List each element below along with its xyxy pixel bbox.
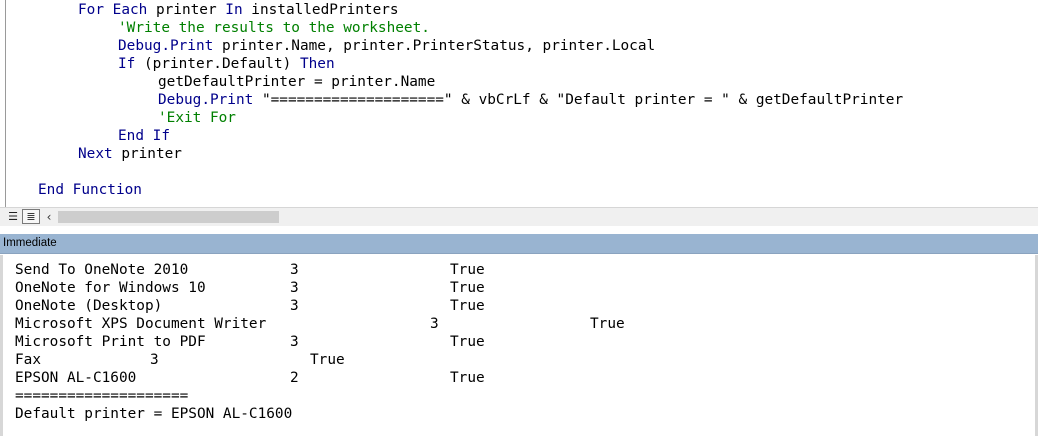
immediate-cell-local: True <box>450 298 485 314</box>
immediate-cell-name: Microsoft Print to PDF <box>15 334 206 350</box>
code-editor[interactable]: For Each printer In installedPrinters 'Wr… <box>0 0 1038 207</box>
immediate-cell-name: Send To OneNote 2010 <box>15 262 189 278</box>
code-text: (printer.Default) <box>135 56 300 72</box>
immediate-window-title: Immediate <box>0 234 1038 254</box>
code-margin-indicator-bar[interactable] <box>0 0 6 207</box>
code-keyword: Debug.Print <box>158 92 254 108</box>
code-comment: 'Write the results to the worksheet. <box>118 20 430 36</box>
code-window-bottom-bar: ☰ ≣ ‹ <box>0 207 1038 226</box>
code-text: getDefaultPrinter = printer.Name <box>158 74 436 90</box>
pane-splitter[interactable] <box>0 226 1038 234</box>
immediate-window[interactable]: Send To OneNote 2010 3 True OneNote for Win… <box>0 255 1038 436</box>
code-text: printer <box>112 146 182 162</box>
immediate-cell-local: True <box>450 370 485 386</box>
immediate-cell-local: True <box>450 262 485 278</box>
immediate-cell-name: Microsoft XPS Document Writer <box>15 316 267 332</box>
immediate-default-printer-line: Default printer = EPSON AL-C1600 <box>15 406 293 422</box>
code-line[interactable]: End Function <box>38 181 142 199</box>
scroll-left-icon[interactable]: ‹ <box>42 209 56 224</box>
procedure-view-icon[interactable]: ☰ <box>4 209 22 224</box>
code-text: printer.Name, printer.PrinterStatus, pri… <box>213 38 656 54</box>
code-line[interactable]: Debug.Print "====================" & vbC… <box>158 91 903 109</box>
code-keyword: Then <box>299 56 335 72</box>
code-keyword: If <box>118 56 136 72</box>
immediate-separator: ==================== <box>15 388 189 404</box>
immediate-cell-status: 3 <box>290 280 299 296</box>
full-module-view-icon[interactable]: ≣ <box>22 209 40 224</box>
code-line[interactable]: 'Write the results to the worksheet. <box>118 19 430 37</box>
immediate-cell-name: EPSON AL-C1600 <box>15 370 137 386</box>
code-text: printer <box>147 2 226 18</box>
code-line[interactable]: Next printer <box>78 145 182 163</box>
code-line[interactable]: If (printer.Default) Then <box>118 55 335 73</box>
immediate-cell-status: 3 <box>290 298 299 314</box>
immediate-cell-name: Fax <box>15 352 41 368</box>
code-text: "====================" & vbCrLf & "Defau… <box>253 92 904 108</box>
code-line[interactable]: For Each printer In installedPrinters <box>78 1 399 19</box>
horizontal-scrollbar-thumb[interactable] <box>58 211 279 223</box>
immediate-cell-name: OneNote (Desktop) <box>15 298 163 314</box>
code-keyword: Debug.Print <box>118 38 214 54</box>
code-line[interactable]: getDefaultPrinter = printer.Name <box>158 73 435 91</box>
code-keyword: Next <box>78 146 113 162</box>
code-keyword: In <box>225 2 243 18</box>
immediate-cell-status: 3 <box>290 262 299 278</box>
immediate-cell-local: True <box>310 352 345 368</box>
code-keyword: End If <box>118 128 170 144</box>
code-line[interactable]: Debug.Print printer.Name, printer.Printe… <box>118 37 655 55</box>
immediate-cell-status: 3 <box>430 316 439 332</box>
code-keyword: End Function <box>38 182 142 198</box>
immediate-cell-status: 2 <box>290 370 299 386</box>
immediate-cell-status: 3 <box>290 334 299 350</box>
immediate-cell-local: True <box>450 334 485 350</box>
code-text: installedPrinters <box>242 2 399 18</box>
code-comment: 'Exit For <box>158 110 236 126</box>
immediate-cell-local: True <box>590 316 625 332</box>
code-line[interactable]: 'Exit For <box>158 109 236 127</box>
immediate-cell-local: True <box>450 280 485 296</box>
immediate-cell-status: 3 <box>150 352 159 368</box>
code-keyword: For Each <box>78 2 148 18</box>
immediate-cell-name: OneNote for Windows 10 <box>15 280 206 296</box>
code-line[interactable]: End If <box>118 127 170 145</box>
